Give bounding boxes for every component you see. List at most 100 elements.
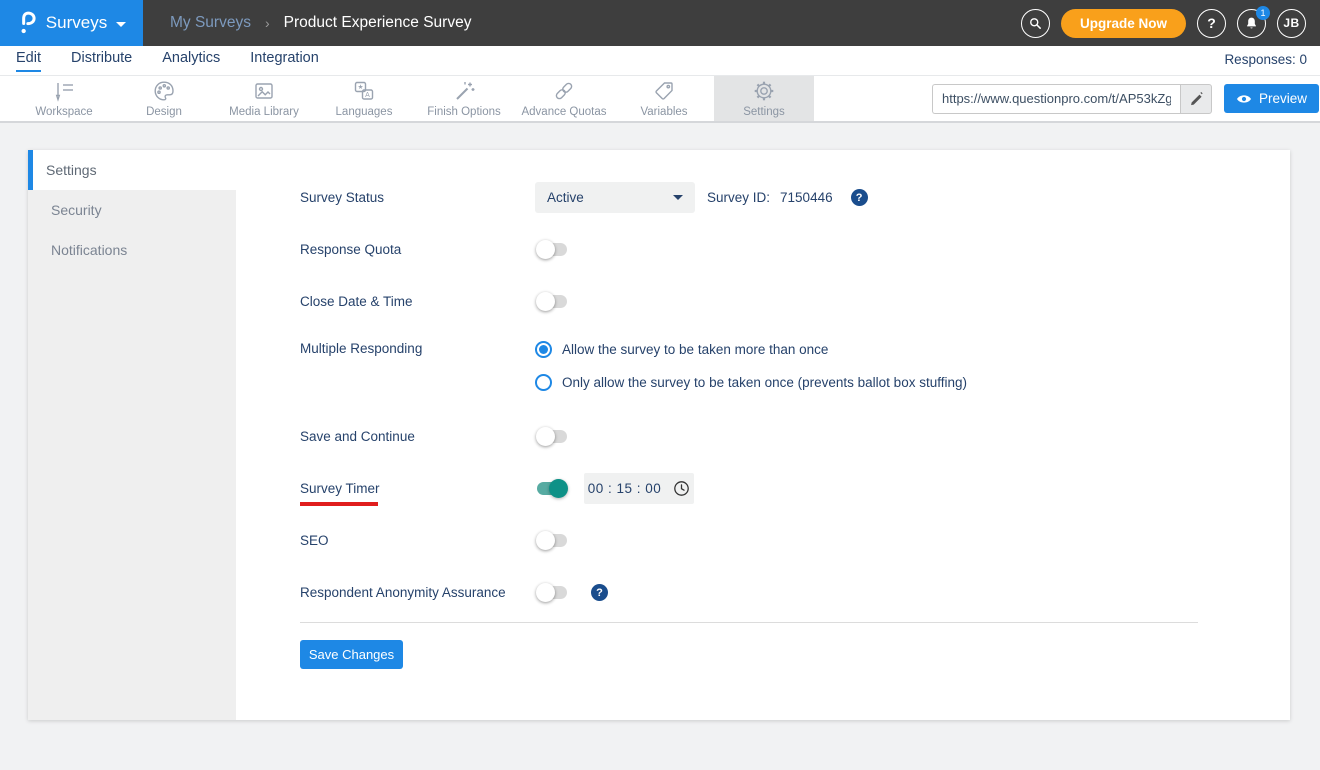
sidebar-item-settings[interactable]: Settings [28, 150, 236, 190]
survey-timer-toggle[interactable] [537, 479, 568, 498]
multiple-responding-options: Allow the survey to be taken more than o… [535, 341, 967, 391]
notifications-button[interactable]: 1 [1237, 5, 1270, 38]
preview-label: Preview [1259, 91, 1308, 106]
edit-toolbar: Workspace Design Media Library ★ A Langu… [0, 76, 1320, 123]
radio-unselected-icon [535, 374, 552, 391]
close-date-row: Close Date & Time [300, 286, 1290, 317]
seo-toggle[interactable] [536, 531, 567, 550]
respondent-anonymity-help-icon[interactable]: ? [591, 584, 608, 601]
respondent-anonymity-toggle[interactable] [536, 583, 567, 602]
close-date-label: Close Date & Time [300, 294, 413, 309]
toolbar-tab-variables[interactable]: Variables [614, 76, 714, 121]
tab-distribute[interactable]: Distribute [71, 50, 132, 72]
response-quota-row: Response Quota [300, 234, 1290, 265]
product-switcher[interactable]: Surveys [0, 0, 143, 46]
toolbar-tab-design[interactable]: Design [114, 76, 214, 121]
tab-integration[interactable]: Integration [250, 50, 319, 72]
settings-gear-icon [754, 81, 774, 101]
survey-timer-label-text: Survey Timer [300, 481, 380, 496]
search-icon [1030, 17, 1041, 29]
sidebar-item-label: Notifications [51, 242, 128, 258]
top-bar: Surveys My Surveys › Product Experience … [0, 0, 1320, 46]
breadcrumb: My Surveys › Product Experience Survey [170, 14, 471, 32]
save-and-continue-row: Save and Continue [300, 421, 1290, 452]
help-button[interactable]: ? [1197, 8, 1226, 38]
toolbar-tab-label: Media Library [229, 106, 299, 118]
toggle-knob [536, 240, 555, 259]
settings-sidebar: Settings Security Notifications [28, 150, 236, 720]
respondent-anonymity-label: Respondent Anonymity Assurance [300, 585, 506, 600]
finish-options-wand-icon [456, 82, 475, 100]
upgrade-now-button[interactable]: Upgrade Now [1060, 8, 1186, 38]
questionpro-logo-icon [21, 11, 36, 33]
response-quota-toggle[interactable] [536, 240, 567, 259]
toolbar-tab-finish-options[interactable]: Finish Options [414, 76, 514, 121]
toggle-knob [536, 583, 555, 602]
survey-status-row: Survey Status Active Survey ID: 7150446 … [300, 182, 1290, 213]
toolbar-tab-label: Workspace [35, 106, 93, 118]
radio-option-label: Only allow the survey to be taken once (… [562, 375, 967, 390]
chevron-down-icon [116, 21, 127, 27]
form-divider [300, 622, 1198, 623]
toolbar-tab-workspace[interactable]: Workspace [14, 76, 114, 121]
page-title: Product Experience Survey [283, 14, 472, 31]
toolbar-tab-settings[interactable]: Settings [714, 76, 814, 121]
toolbar-tab-label: Advance Quotas [521, 106, 607, 118]
settings-form: Survey Status Active Survey ID: 7150446 … [236, 150, 1290, 720]
svg-text:★: ★ [358, 83, 364, 91]
survey-timer-row: Survey Timer 00 : 15 : 00 [300, 473, 1290, 506]
bell-icon [1247, 17, 1256, 28]
radio-option-only-once[interactable]: Only allow the survey to be taken once (… [535, 374, 967, 391]
avatar-initials: JB [1283, 16, 1300, 30]
toolbar-tab-label: Variables [640, 106, 688, 118]
sidebar-item-notifications[interactable]: Notifications [28, 230, 236, 270]
tab-edit[interactable]: Edit [16, 50, 41, 72]
close-date-toggle[interactable] [536, 292, 567, 311]
breadcrumb-my-surveys[interactable]: My Surveys [170, 14, 251, 32]
product-label: Surveys [45, 13, 108, 32]
preview-button[interactable]: Preview [1224, 84, 1320, 113]
toggle-knob [536, 292, 555, 311]
settings-panel: Settings Security Notifications Survey S… [28, 150, 1290, 720]
survey-timer-input[interactable]: 00 : 15 : 00 [584, 473, 694, 504]
sidebar-item-label: Settings [46, 162, 97, 178]
notification-count-badge: 1 [1256, 5, 1270, 20]
survey-id-value: 7150446 [780, 190, 833, 205]
save-and-continue-toggle[interactable] [536, 427, 567, 446]
survey-status-dropdown[interactable]: Active [535, 182, 695, 213]
survey-url-group [932, 83, 1212, 114]
survey-id-group: Survey ID: 7150446 ? [707, 189, 868, 206]
multiple-responding-row: Multiple Responding Allow the survey to … [300, 341, 1290, 391]
pencil-icon [1191, 91, 1203, 105]
save-changes-button[interactable]: Save Changes [300, 640, 403, 669]
variables-tag-icon [655, 82, 673, 100]
survey-id-help-icon[interactable]: ? [850, 189, 868, 206]
survey-id-label: Survey ID: [707, 190, 771, 205]
toolbar-tab-advance-quotas[interactable]: Advance Quotas [514, 76, 614, 121]
survey-url-input[interactable] [932, 83, 1180, 114]
tab-analytics[interactable]: Analytics [162, 50, 220, 72]
response-quota-label: Response Quota [300, 242, 402, 257]
seo-label: SEO [300, 533, 329, 548]
breadcrumb-separator: › [264, 15, 270, 31]
radio-option-multiple-allowed[interactable]: Allow the survey to be taken more than o… [535, 341, 967, 358]
toggle-knob [536, 531, 555, 550]
toggle-knob [549, 479, 568, 498]
survey-status-value: Active [547, 190, 584, 205]
responses-count[interactable]: Responses: 0 [1224, 52, 1307, 69]
multiple-responding-label: Multiple Responding [300, 341, 423, 356]
user-avatar[interactable]: JB [1277, 8, 1306, 38]
media-library-icon [255, 83, 273, 99]
sidebar-item-security[interactable]: Security [28, 190, 236, 230]
advance-quotas-link-icon [555, 82, 573, 100]
toolbar-tab-media-library[interactable]: Media Library [214, 76, 314, 121]
eye-icon [1237, 94, 1251, 103]
content-area: Settings Security Notifications Survey S… [0, 123, 1320, 720]
workspace-icon [55, 83, 73, 102]
toolbar-tab-languages[interactable]: ★ A Languages [314, 76, 414, 121]
search-button[interactable] [1020, 8, 1050, 38]
topbar-actions: Upgrade Now ? 1 JB [1020, 5, 1306, 38]
radio-selected-icon [535, 341, 552, 358]
edit-url-button[interactable] [1180, 83, 1212, 114]
toolbar-tab-label: Languages [335, 106, 393, 118]
